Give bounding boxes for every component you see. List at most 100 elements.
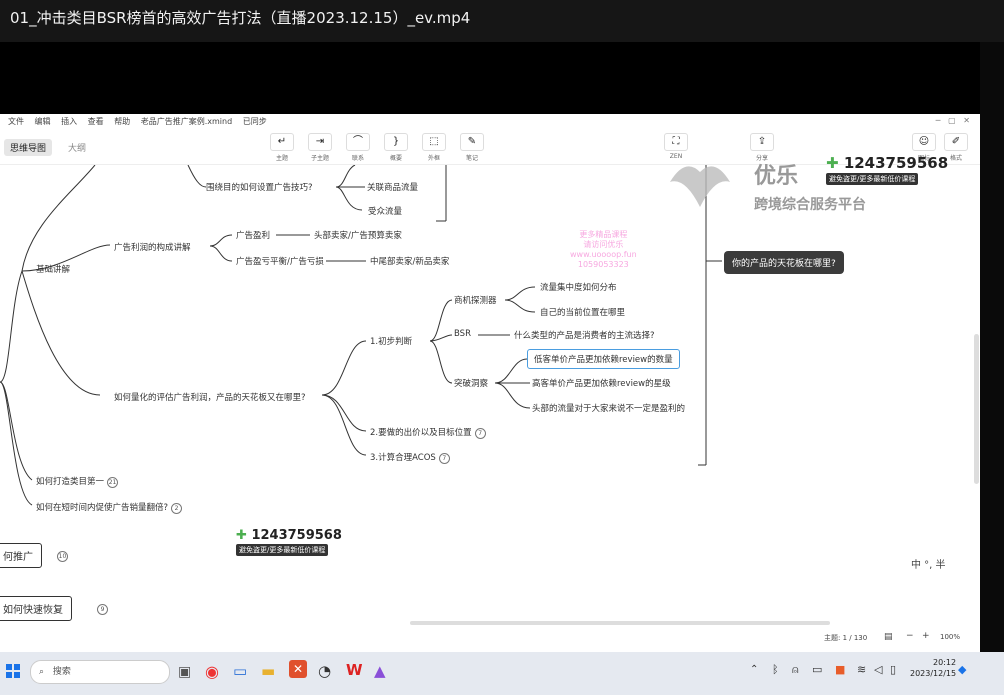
watermark-phone: ✚ 1243759568 — [236, 528, 342, 543]
mic-icon[interactable]: ⍝ — [792, 663, 799, 677]
pink-watermark: 更多精品课程 请访问优乐 www.uoooop.fun 1059053323 — [570, 230, 637, 269]
status-bar: 主题: 1 / 130 ▤ − + 100% — [0, 627, 980, 652]
taskbar-search[interactable]: ⌕ 搜索 — [30, 660, 170, 684]
node-chubu[interactable]: 1.初步判断 — [370, 335, 412, 347]
zoom-level[interactable]: 100% — [940, 633, 960, 641]
brand-logo — [660, 152, 740, 212]
menu-insert[interactable]: 插入 — [61, 114, 77, 130]
file-explorer-icon[interactable]: ▬ — [261, 662, 275, 680]
xmind-window: 文件 编辑 插入 查看 帮助 老品广告推广案例.xmind 已同步 ─ ▢ ✕ … — [0, 114, 980, 652]
node-acos[interactable]: 3.计算合理ACOS 7 — [370, 451, 450, 464]
tab-mindmap[interactable]: 思维导图 — [4, 139, 53, 156]
node-yingkui-child[interactable]: 中尾部卖家/新品卖家 — [370, 255, 449, 267]
node-huifu[interactable]: 如何快速恢复 — [0, 596, 72, 621]
node-leimu[interactable]: 如何打造类目第一 21 — [36, 475, 119, 488]
node-tupo2[interactable]: 高客单价产品更加依赖review的星级 — [532, 377, 671, 389]
speedometer-icon[interactable]: ◔ — [318, 662, 331, 680]
menu-help[interactable]: 帮助 — [114, 114, 130, 130]
wps-icon[interactable]: W — [346, 661, 363, 679]
ime-indicator[interactable]: 中 °, 半 — [907, 557, 979, 575]
node-liuliang[interactable]: 流量集中度如何分布 — [540, 281, 617, 293]
node-tupo3[interactable]: 头部的流量对于大家来说不一定是盈利的 — [532, 402, 685, 414]
node-lianghua[interactable]: 如何量化的评估广告利润，产品的天花板又在哪里? — [114, 391, 306, 403]
boundary-button[interactable]: ⬚ 外框 — [418, 133, 450, 162]
node-tupo[interactable]: 突破洞察 — [454, 377, 488, 389]
node-top-branch1[interactable]: 关联商品流量 — [367, 181, 418, 193]
note-icon: ✎ — [460, 133, 484, 151]
windows-start-icon[interactable] — [6, 664, 20, 678]
map-icon[interactable]: ▤ — [884, 632, 893, 642]
node-tupo1-selected[interactable]: 低客单价产品更加依赖review的数量 — [527, 349, 680, 369]
node-yingli-child[interactable]: 头部卖家/广告预算卖家 — [314, 229, 402, 241]
collapse-badge[interactable]: 7 — [474, 428, 486, 439]
collapse-badge[interactable]: 21 — [107, 477, 119, 488]
node-bsr-child[interactable]: 什么类型的产品是消费者的主流选择? — [514, 329, 655, 341]
node-shangji[interactable]: 商机探测器 — [454, 294, 497, 306]
topic-button[interactable]: ↵ 主题 — [266, 133, 298, 162]
summary-icon: } — [384, 133, 408, 151]
monitor-app-icon[interactable]: ▭ — [233, 662, 247, 680]
watermark-sub: 避免盗更/更多最新低价课程 — [236, 544, 329, 556]
node-yingli[interactable]: 广告盈利 — [236, 229, 270, 241]
collapse-badge[interactable]: 9 — [97, 604, 108, 615]
video-letterbox — [0, 42, 1004, 114]
node-tuiguang[interactable]: 何推广 — [0, 543, 42, 568]
node-yingkui[interactable]: 广告盈亏平衡/广告亏损 — [236, 255, 324, 267]
zoom-in-button[interactable]: + — [922, 631, 930, 641]
clock[interactable]: 20:12 2023/12/15 — [910, 657, 956, 679]
bluetooth-icon[interactable]: ᛒ — [772, 663, 779, 676]
menu-file[interactable]: 文件 — [8, 114, 24, 130]
watermark-phone-top: ✚ 1243759568 — [826, 154, 949, 172]
menu-bar: 文件 编辑 插入 查看 帮助 老品广告推广案例.xmind 已同步 ─ ▢ ✕ — [0, 114, 980, 130]
display-icon[interactable]: ▭ — [812, 663, 822, 676]
node-lirun[interactable]: 广告利润的构成讲解 — [114, 241, 191, 253]
fullscreen-icon: ⛶ — [664, 133, 688, 151]
topic-icon: ↵ — [270, 133, 294, 151]
horizontal-scrollbar[interactable] — [410, 621, 830, 625]
menu-view[interactable]: 查看 — [88, 114, 104, 130]
note-button[interactable]: ✎ 笔记 — [456, 133, 488, 162]
brand-subtitle: 跨境综合服务平台 — [754, 197, 866, 213]
chevron-up-icon[interactable]: ⌃ — [750, 664, 758, 675]
node-top-bottom[interactable]: 围绕目的如何设置广告技巧? — [206, 181, 313, 193]
wifi-icon[interactable]: ≋ — [857, 663, 866, 676]
node-chujia[interactable]: 2.要做的出价以及目标位置 7 — [370, 426, 486, 439]
share-icon: ⇪ — [750, 133, 774, 151]
node-xiaoliang[interactable]: 如何在短时间内促使广告销量翻倍? 2 — [36, 501, 183, 514]
smiley-icon: ☺ — [912, 133, 936, 151]
chrome-icon[interactable]: ◉ — [205, 662, 219, 681]
vertical-scrollbar[interactable] — [974, 334, 979, 484]
xmind-icon[interactable]: ✕ — [289, 660, 307, 678]
side-panel — [980, 42, 1004, 652]
mindmap-canvas[interactable]: 围绕目的如何设置广告技巧? 关联商品流量 受众流量 基础讲解 广告利润的构成讲解… — [0, 165, 980, 621]
search-icon: ⌕ — [39, 667, 45, 677]
notification-icon[interactable]: ◆ — [958, 663, 966, 676]
mindmap-connectors — [0, 165, 722, 506]
battery-icon[interactable]: ▯ — [890, 663, 896, 676]
tray-app-icon[interactable]: ■ — [835, 663, 845, 676]
window-controls[interactable]: ─ ▢ ✕ — [936, 116, 970, 125]
subtopic-button[interactable]: ⇥ 子主题 — [304, 133, 336, 162]
video-title: 01_冲击类目BSR榜首的高效广告打法（直播2023.12.15）_ev.mp4 — [0, 0, 1004, 42]
taskbar: ⌕ 搜索 ▣ ◉ ▭ ▬ ✕ ◔ W ▲ ⌃ ᛒ ⍝ ▭ ■ ≋ ◁ ▯ 20:… — [0, 652, 1004, 695]
menu-edit[interactable]: 编辑 — [35, 114, 51, 130]
node-jichu[interactable]: 基础讲解 — [36, 263, 70, 275]
collapse-badge[interactable]: 2 — [171, 503, 183, 514]
sync-status: 已同步 — [242, 117, 267, 126]
node-top-branch2[interactable]: 受众流量 — [368, 205, 402, 217]
mountain-app-icon[interactable]: ▲ — [374, 662, 386, 680]
zoom-out-button[interactable]: − — [906, 631, 914, 641]
collapse-badge[interactable]: 7 — [438, 453, 450, 464]
relationship-button[interactable]: ⌒ 联系 — [342, 133, 374, 162]
summary-button[interactable]: } 概要 — [380, 133, 412, 162]
node-bsr[interactable]: BSR — [454, 329, 471, 339]
volume-icon[interactable]: ◁ — [874, 663, 882, 676]
collapse-badge[interactable]: 10 — [57, 551, 68, 562]
brush-icon: ✐ — [944, 133, 968, 151]
node-weizhi[interactable]: 自己的当前位置在哪里 — [540, 306, 625, 318]
document-name: 老品广告推广案例.xmind — [140, 117, 233, 126]
tab-outline[interactable]: 大纲 — [62, 139, 92, 156]
node-tianhua[interactable]: 你的产品的天花板在哪里? — [724, 251, 844, 274]
boundary-icon: ⬚ — [422, 133, 446, 151]
task-view-icon[interactable]: ▣ — [178, 664, 191, 680]
